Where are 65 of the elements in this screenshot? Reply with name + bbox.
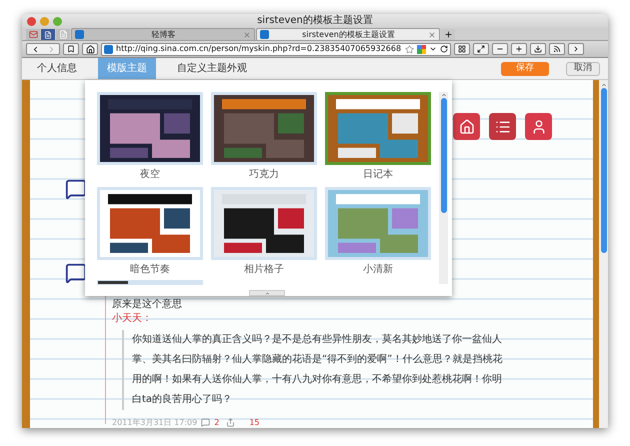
post-text: 原来是这个意思 (112, 298, 183, 312)
reload-icon[interactable] (440, 45, 448, 53)
list-icon[interactable] (489, 113, 516, 140)
close-button[interactable] (27, 16, 36, 26)
site-icon (260, 30, 269, 39)
star-icon[interactable] (405, 44, 414, 54)
chevron-right-icon (572, 45, 580, 53)
address-field[interactable]: http://qing.sina.com.cn/person/myskin.php?rd=0.23835407065932668 (101, 42, 451, 56)
comment-count[interactable]: 2 (214, 418, 220, 426)
page-tab-icon[interactable] (41, 29, 55, 40)
theme-name: 小清新 (363, 263, 393, 277)
theme-name: 暗色节奏 (130, 263, 170, 277)
settings-tab[interactable]: 个人信息 (28, 58, 86, 79)
download-icon (534, 45, 542, 53)
window-title: sirsteven的模板主题设置 (257, 16, 373, 26)
comment-icon[interactable] (201, 418, 210, 427)
home-button[interactable] (82, 43, 98, 55)
expand-icon (477, 45, 485, 53)
site-icon (104, 44, 113, 54)
theme-name: 日记本 (363, 168, 393, 182)
close-tab-icon[interactable] (428, 30, 436, 38)
fullscreen-button[interactable] (473, 43, 489, 55)
share-icon[interactable] (226, 418, 236, 427)
quote-text: 你知道送仙人掌的真正含义吗？是不是总有些异性朋友，莫名其妙地送了你一盆仙人掌、美其名曰防辐射？仙人掌隐藏的花语是“得不到的爱啊”！什么意思？就是挡桃花用的啊！如果有人送你仙人掌，十有八九对你有意思，不希望你到处惹桃花啊！你明白ta的良苦用心了吗？ (131, 332, 504, 407)
bookmarks-button[interactable] (63, 43, 79, 55)
speech-bubble-icon (65, 262, 87, 284)
theme-name: 巧克力 (249, 168, 279, 182)
author-name: 小天天： (112, 312, 153, 326)
scroll-up-icon[interactable] (440, 92, 446, 98)
new-tab-icon[interactable] (441, 29, 455, 40)
page-scrollbar[interactable] (599, 80, 608, 428)
theme-name: 夜空 (140, 168, 160, 182)
download-button[interactable] (530, 43, 546, 55)
close-tab-icon[interactable] (243, 30, 251, 38)
user-icon[interactable] (525, 113, 552, 140)
grid-icon (458, 45, 466, 53)
extension-icon[interactable] (417, 44, 426, 54)
bookmark-icon (67, 45, 75, 53)
dropdown-icon[interactable] (429, 45, 437, 53)
caret-up-icon[interactable] (264, 290, 270, 296)
plus-icon (515, 45, 523, 53)
post-date: 2011年3月31日 17:09 (112, 418, 198, 426)
tab-title: sirsteven的模板主题设置 (302, 30, 395, 38)
grid-button[interactable] (454, 43, 470, 55)
zoom-in-button[interactable] (511, 43, 527, 55)
collapse-handle[interactable] (249, 290, 285, 296)
browser-tab[interactable]: 轻博客 (71, 28, 255, 40)
url-text: http://qing.sina.com.cn/person/myskin.php?rd=0.23835407065932668 (116, 45, 402, 53)
mail-tab-icon[interactable] (26, 29, 40, 40)
rss-icon (553, 45, 561, 53)
cancel-button[interactable]: 取消 (566, 62, 600, 76)
theme-thumbnail-partial[interactable] (97, 280, 203, 285)
speech-bubble-icon (65, 178, 87, 200)
zoom-out-button[interactable] (492, 43, 508, 55)
rss-button[interactable] (549, 43, 565, 55)
like-count[interactable]: 15 (249, 418, 260, 426)
panel-scrollbar[interactable] (439, 92, 448, 284)
site-icon (75, 30, 84, 39)
home-icon[interactable] (453, 113, 480, 140)
scroll-up-icon[interactable] (600, 82, 606, 88)
browser-tab[interactable]: sirsteven的模板主题设置 (256, 28, 440, 40)
settings-tab[interactable]: 自定义主题外观 (168, 58, 256, 79)
tab-title: 轻博客 (152, 30, 176, 38)
theme-name: 相片格子 (244, 263, 284, 277)
home-icon (86, 44, 94, 54)
